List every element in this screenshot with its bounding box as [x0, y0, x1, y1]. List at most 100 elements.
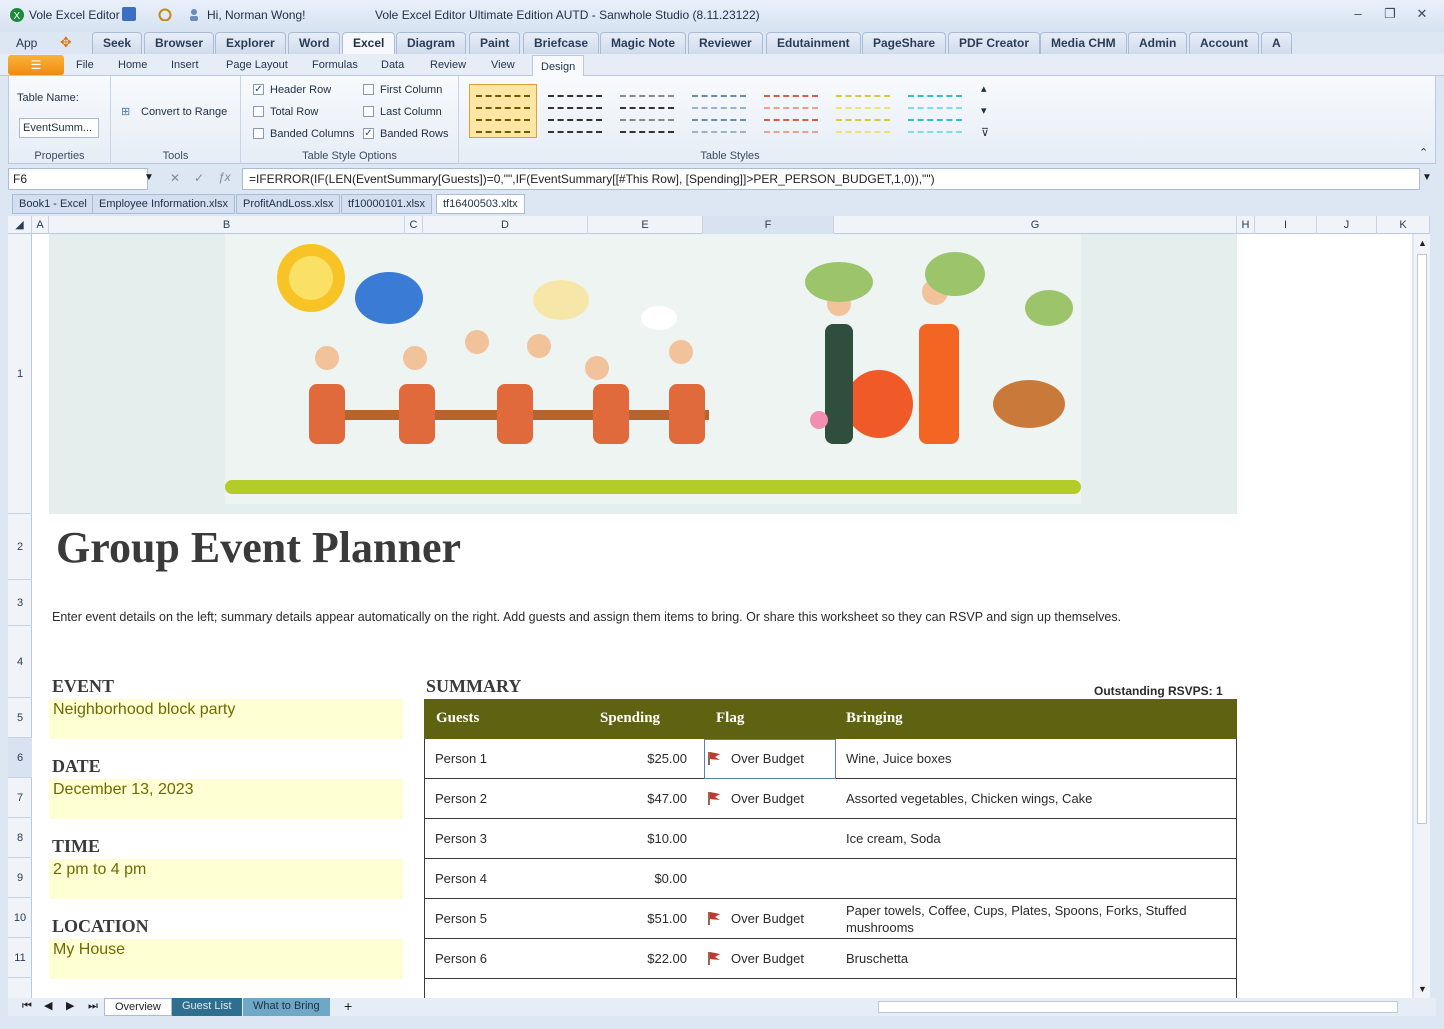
table-row[interactable]: Person 5 $51.00 Over Budget Paper towels…: [424, 899, 1237, 939]
event-value-cell[interactable]: Neighborhood block party: [49, 699, 403, 739]
column-header[interactable]: H: [1237, 216, 1255, 234]
timer-icon[interactable]: [158, 7, 172, 24]
banded-columns-checkbox[interactable]: [253, 128, 264, 139]
move-icon[interactable]: ✥: [60, 34, 72, 51]
last-column-checkbox[interactable]: [363, 106, 374, 117]
table-style-blue[interactable]: [685, 84, 753, 138]
bringing-cell[interactable]: Wine, Juice boxes: [846, 751, 952, 766]
tab-excel[interactable]: Excel: [342, 32, 396, 54]
table-style-gold[interactable]: [469, 84, 537, 138]
tab-more[interactable]: A: [1261, 32, 1292, 54]
total-row-checkbox[interactable]: [253, 106, 264, 117]
banded-rows-checkbox[interactable]: ✓: [363, 128, 374, 139]
column-header[interactable]: I: [1255, 216, 1317, 234]
user-greeting[interactable]: Hi, Norman Wong!: [207, 8, 305, 22]
tab-diagram[interactable]: Diagram: [396, 32, 467, 54]
header-guests[interactable]: Guests: [436, 710, 479, 727]
ribbon-tab-design[interactable]: Design: [532, 55, 585, 77]
row-header[interactable]: 10: [8, 898, 32, 938]
sheet-tab-overview[interactable]: Overview: [104, 998, 172, 1016]
scroll-down-icon[interactable]: ▼: [1418, 984, 1427, 994]
tab-media-chm[interactable]: Media CHM: [1040, 32, 1127, 54]
ribbon-tab-data[interactable]: Data: [373, 54, 412, 76]
spending-cell[interactable]: $10.00: [587, 831, 687, 846]
formula-input[interactable]: =IFERROR(IF(LEN(EventSummary[Guests])=0,…: [242, 168, 1420, 190]
ribbon-tab-formulas[interactable]: Formulas: [304, 54, 366, 76]
workbook-tab[interactable]: Book1 - Excel: [12, 194, 94, 214]
ribbon-tab-file[interactable]: File: [68, 54, 102, 76]
worksheet[interactable]: Group Event Planner Enter event details …: [32, 234, 1412, 998]
ribbon-tab-insert[interactable]: Insert: [163, 54, 207, 76]
column-header[interactable]: G: [834, 216, 1237, 234]
convert-to-range-button[interactable]: Convert to Range: [141, 106, 227, 118]
header-row-checkbox[interactable]: ✓: [253, 84, 264, 95]
column-header[interactable]: D: [423, 216, 588, 234]
flag-cell[interactable]: Over Budget: [731, 791, 804, 806]
ribbon-tab-home[interactable]: Home: [110, 54, 155, 76]
table-row[interactable]: Person 3 $10.00 Ice cream, Soda: [424, 819, 1237, 859]
tab-paint[interactable]: Paint: [469, 32, 521, 54]
ribbon-tab-view[interactable]: View: [483, 54, 523, 76]
row-header[interactable]: 11: [8, 938, 32, 978]
guest-cell[interactable]: Person 4: [435, 871, 487, 886]
table-row[interactable]: Person 6 $22.00 Over Budget Bruschetta: [424, 939, 1237, 979]
sheet-tab-what-to-bring[interactable]: What to Bring: [243, 998, 330, 1016]
collapse-ribbon-icon[interactable]: ⌃: [1419, 146, 1428, 159]
tab-seek[interactable]: Seek: [92, 32, 143, 54]
workbook-tab[interactable]: Employee Information.xlsx: [92, 194, 235, 214]
vertical-scrollbar[interactable]: ▲ ▼: [1414, 234, 1430, 998]
column-header[interactable]: J: [1317, 216, 1377, 234]
insert-function-icon[interactable]: ƒx: [218, 170, 231, 184]
table-row[interactable]: Person 1 $25.00 Over Budget Wine, Juice …: [424, 739, 1237, 779]
column-header[interactable]: C: [405, 216, 423, 234]
users-icon[interactable]: [189, 7, 203, 24]
name-box[interactable]: F6: [8, 168, 148, 190]
spending-cell[interactable]: $25.00: [587, 751, 687, 766]
column-header[interactable]: E: [588, 216, 703, 234]
scroll-up-icon[interactable]: ▲: [1418, 238, 1427, 248]
bringing-cell[interactable]: Bruschetta: [846, 951, 908, 966]
tab-account[interactable]: Account: [1189, 32, 1259, 54]
table-style-plain[interactable]: [541, 84, 609, 138]
tab-briefcase[interactable]: Briefcase: [523, 32, 600, 54]
time-value-cell[interactable]: 2 pm to 4 pm: [49, 859, 403, 899]
row-header[interactable]: 8: [8, 818, 32, 858]
table-style-gray[interactable]: [613, 84, 681, 138]
horizontal-scrollbar[interactable]: [878, 1001, 1398, 1013]
row-header[interactable]: 5: [8, 698, 32, 738]
workbook-tab[interactable]: ProfitAndLoss.xlsx: [236, 194, 341, 214]
tab-magic-note[interactable]: Magic Note: [600, 32, 687, 54]
styles-scroll-up-icon[interactable]: ▴: [981, 82, 987, 95]
row-header[interactable]: 3: [8, 580, 32, 626]
scroll-thumb[interactable]: [1417, 254, 1427, 824]
table-style-yellow[interactable]: [829, 84, 897, 138]
tab-reviewer[interactable]: Reviewer: [688, 32, 763, 54]
row-header[interactable]: 6: [8, 738, 32, 778]
flag-cell[interactable]: Over Budget: [731, 911, 804, 926]
cancel-edit-icon[interactable]: ✕: [170, 171, 180, 185]
guest-cell[interactable]: Person 1: [435, 751, 487, 766]
spending-cell[interactable]: $47.00: [587, 791, 687, 806]
spending-cell[interactable]: $22.00: [587, 951, 687, 966]
tab-admin[interactable]: Admin: [1128, 32, 1188, 54]
column-header[interactable]: B: [49, 216, 405, 234]
tab-explorer[interactable]: Explorer: [215, 32, 286, 54]
guest-cell[interactable]: Person 5: [435, 911, 487, 926]
header-bringing[interactable]: Bringing: [846, 710, 903, 727]
row-header[interactable]: 9: [8, 858, 32, 898]
tab-word[interactable]: Word: [288, 32, 341, 54]
maximize-icon[interactable]: ❐: [1378, 6, 1402, 26]
name-box-dropdown-icon[interactable]: ▼: [144, 172, 154, 183]
header-spending[interactable]: Spending: [600, 710, 660, 727]
location-value-cell[interactable]: My House: [49, 939, 403, 979]
styles-scroll-down-icon[interactable]: ▾: [981, 104, 987, 117]
column-header[interactable]: A: [32, 216, 49, 234]
backstage-menu-button[interactable]: ☰: [8, 55, 64, 75]
row-header[interactable]: 2: [8, 514, 32, 580]
table-style-cyan[interactable]: [901, 84, 969, 138]
bringing-cell[interactable]: Ice cream, Soda: [846, 831, 941, 846]
flag-cell[interactable]: Over Budget: [731, 951, 804, 966]
bringing-cell[interactable]: Paper towels, Coffee, Cups, Plates, Spoo…: [846, 902, 1226, 936]
guest-cell[interactable]: Person 6: [435, 951, 487, 966]
date-value-cell[interactable]: December 13, 2023: [49, 779, 403, 819]
